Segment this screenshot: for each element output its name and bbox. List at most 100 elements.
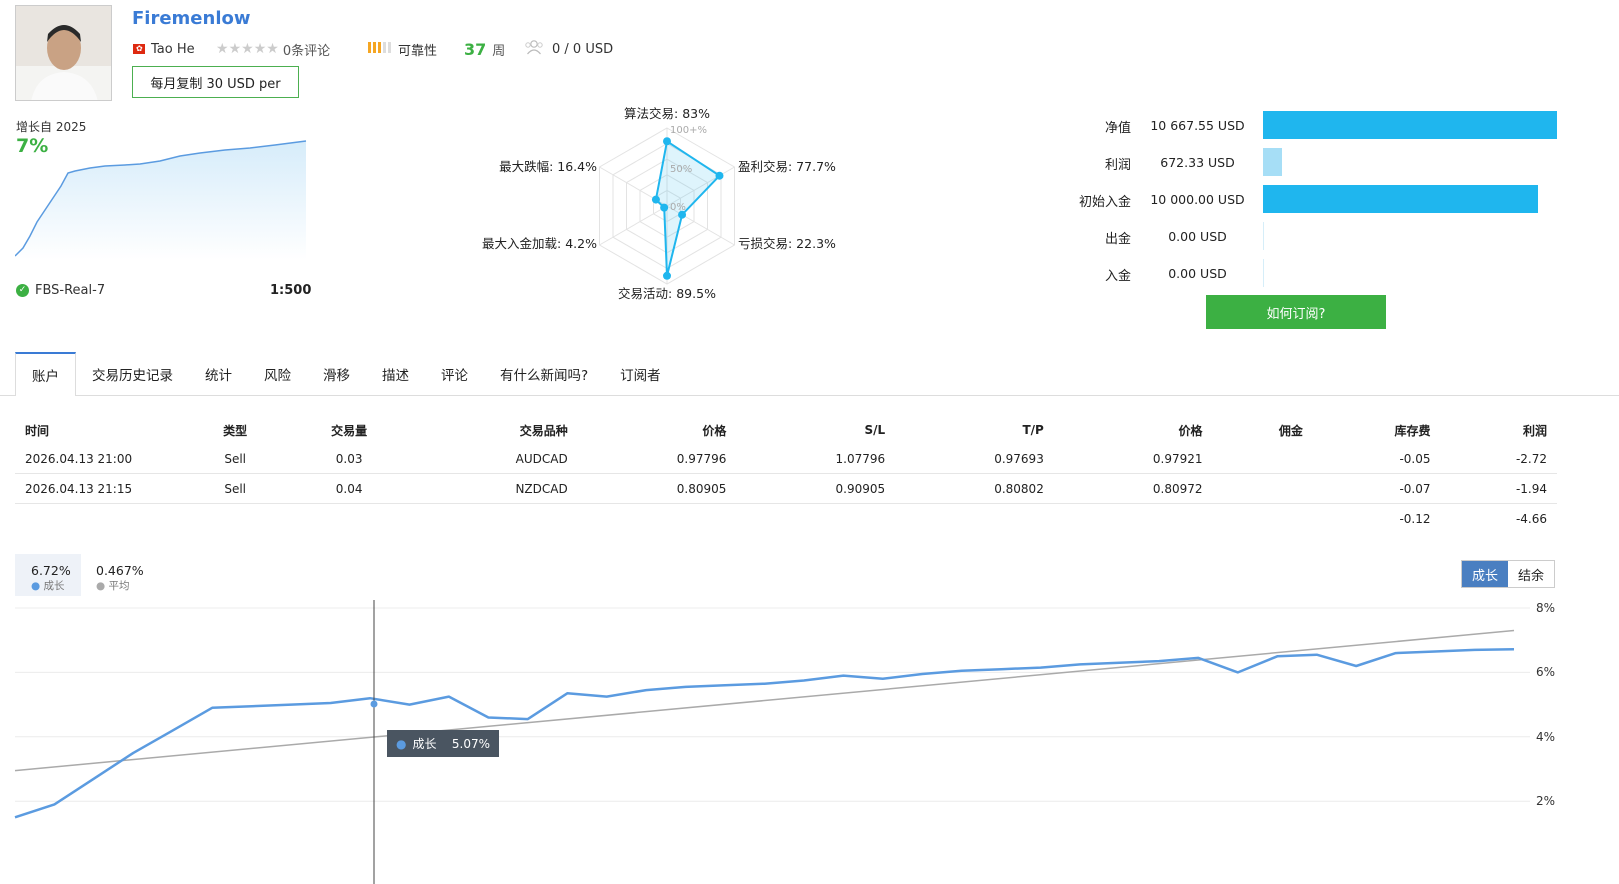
- radar-scale-low: 0%: [670, 202, 686, 213]
- tab-bar: 账户 交易历史记录 统计 风险 滑移 描述 评论 有什么新闻吗? 订阅者: [15, 352, 677, 396]
- how-to-subscribe-button[interactable]: 如何订阅?: [1206, 295, 1386, 329]
- table-row: 2026.04.13 21:00 Sell 0.03 AUDCAD 0.9779…: [15, 444, 1557, 474]
- total-swap: -0.12: [1399, 511, 1431, 526]
- legend-growth-value: 6.72%: [31, 563, 71, 578]
- tab-risks[interactable]: 风险: [248, 352, 307, 395]
- tooltip-label: 成长: [412, 737, 437, 751]
- copy-subscribe-button[interactable]: 每月复制 30 USD per: [132, 66, 299, 98]
- stat-value: 0.00 USD: [1168, 229, 1227, 244]
- growth-mini-chart: [15, 140, 307, 260]
- table-totals-row: -0.12 -4.66: [15, 504, 1557, 534]
- col-profit: 利润: [1522, 423, 1547, 438]
- legend-avg-label: 平均: [108, 580, 130, 592]
- tab-history[interactable]: 交易历史记录: [76, 352, 189, 395]
- y-tick-2: 2%: [1536, 794, 1556, 808]
- cell-swap: -0.07: [1312, 473, 1441, 504]
- legend-growth[interactable]: 6.72% ● 成长: [15, 554, 81, 596]
- radar-chart: 100+% 50% 0% 算法交易: 83% 盈利交易: 77.7% 亏损交易:…: [482, 106, 836, 301]
- author-block[interactable]: ✿ Tao He: [133, 40, 195, 58]
- col-tp: T/P: [1022, 423, 1044, 437]
- y-tick-4: 4%: [1536, 730, 1556, 744]
- radar-point: [663, 137, 671, 146]
- cell-symbol: AUDCAD: [413, 444, 578, 474]
- broker-link[interactable]: ✓ FBS-Real-7: [16, 283, 105, 298]
- radar-label-deposit-load: 最大入金加载: 4.2%: [482, 236, 597, 251]
- radar-label-profit: 盈利交易: 77.7%: [738, 159, 836, 174]
- legend-average[interactable]: 0.467% ● 平均: [96, 563, 144, 593]
- table-row: 2026.04.13 21:15 Sell 0.04 NZDCAD 0.8090…: [15, 473, 1557, 504]
- author-name: Tao He: [151, 41, 195, 57]
- star-icon: ★: [253, 41, 267, 57]
- cell-type: Sell: [185, 444, 286, 474]
- broker-name: FBS-Real-7: [35, 283, 106, 298]
- grey-dot-icon: ●: [96, 580, 106, 592]
- stat-label: 利润: [1104, 158, 1131, 173]
- legend-avg-label-wrap: ● 平均: [96, 578, 144, 593]
- chart-tooltip: ● 成长 5.07%: [387, 730, 499, 757]
- col-type: 类型: [223, 423, 248, 438]
- cell-commission: [1212, 444, 1313, 474]
- col-price-open: 价格: [702, 423, 727, 438]
- radar-scale-mid: 50%: [670, 164, 692, 175]
- growth-since-label: 增长自 2025: [16, 120, 87, 134]
- col-sl: S/L: [864, 423, 886, 437]
- tooltip-dot-icon: ●: [396, 736, 407, 751]
- rating[interactable]: ★ ★ ★ ★ ★ 0条评论: [216, 40, 331, 59]
- blue-dot-icon: ●: [31, 580, 41, 592]
- stat-bar: [1263, 111, 1557, 139]
- average-trend-line: [14, 629, 1515, 772]
- cell-type: Sell: [185, 473, 286, 504]
- table-header-row: 时间 类型 交易量 交易品种 价格 S/L T/P 价格 佣金 库存费 利润: [15, 416, 1557, 444]
- chart-grid: [15, 607, 1530, 802]
- cell-time: 2026.04.13 21:15: [15, 473, 185, 504]
- y-tick-6: 6%: [1536, 665, 1556, 679]
- star-icon: ★: [266, 41, 279, 57]
- provider-name[interactable]: Firemenlow: [132, 8, 251, 29]
- cell-time: 2026.04.13 21:00: [15, 444, 185, 474]
- tab-news[interactable]: 有什么新闻吗?: [484, 352, 604, 395]
- provider-avatar: [15, 5, 112, 101]
- tab-account[interactable]: 账户: [15, 352, 76, 396]
- cell-tp: 0.80802: [895, 473, 1054, 504]
- reliability: 可靠性: [368, 40, 437, 59]
- legend-growth-label-wrap: ● 成长: [31, 578, 65, 593]
- tab-reviews[interactable]: 评论: [425, 352, 484, 395]
- legend-avg-value: 0.467%: [96, 563, 144, 578]
- users-icon: [524, 39, 544, 59]
- stat-bar: [1263, 148, 1282, 176]
- cell-price-current: 0.80972: [1053, 473, 1213, 504]
- tab-statistics[interactable]: 统计: [189, 352, 248, 395]
- col-volume: 交易量: [331, 423, 368, 438]
- growth-series-line: [14, 647, 1515, 819]
- cell-symbol: NZDCAD: [413, 473, 578, 504]
- reviews-count: 0条评论: [282, 43, 331, 59]
- cell-price-open: 0.97796: [577, 444, 737, 474]
- legend-growth-label: 成长: [43, 580, 65, 592]
- stat-label: 出金: [1104, 232, 1131, 247]
- radar-label-loss: 亏损交易: 22.3%: [738, 236, 836, 251]
- radar-label-algo: 算法交易: 83%: [624, 106, 710, 121]
- radar-axis: [599, 205, 668, 246]
- cell-sl: 1.07796: [736, 444, 896, 474]
- cell-sl: 0.90905: [736, 473, 896, 504]
- stat-value: 10 000.00 USD: [1150, 192, 1245, 207]
- leverage-value: 1:500: [270, 283, 312, 298]
- cell-price-open: 0.80905: [577, 473, 737, 504]
- cell-volume: 0.03: [285, 444, 413, 474]
- toggle-balance-button[interactable]: 结余: [1508, 561, 1554, 587]
- stat-value: 0.00 USD: [1168, 266, 1227, 281]
- col-swap: 库存费: [1394, 423, 1431, 438]
- check-icon: ✓: [16, 284, 29, 297]
- col-symbol: 交易品种: [519, 423, 568, 438]
- tab-description[interactable]: 描述: [366, 352, 425, 395]
- toggle-growth-button[interactable]: 成长: [1462, 561, 1509, 587]
- cell-profit: -2.72: [1440, 444, 1557, 474]
- stat-bar: [1263, 259, 1264, 287]
- subscribers-value: 0 / 0 USD: [552, 41, 614, 57]
- stat-bar: [1263, 185, 1538, 213]
- stat-value: 10 667.55 USD: [1150, 118, 1245, 133]
- reliability-bars-icon: [368, 41, 393, 57]
- tab-slippage[interactable]: 滑移: [307, 352, 366, 395]
- cell-volume: 0.04: [285, 473, 413, 504]
- tab-subscribers[interactable]: 订阅者: [604, 352, 677, 395]
